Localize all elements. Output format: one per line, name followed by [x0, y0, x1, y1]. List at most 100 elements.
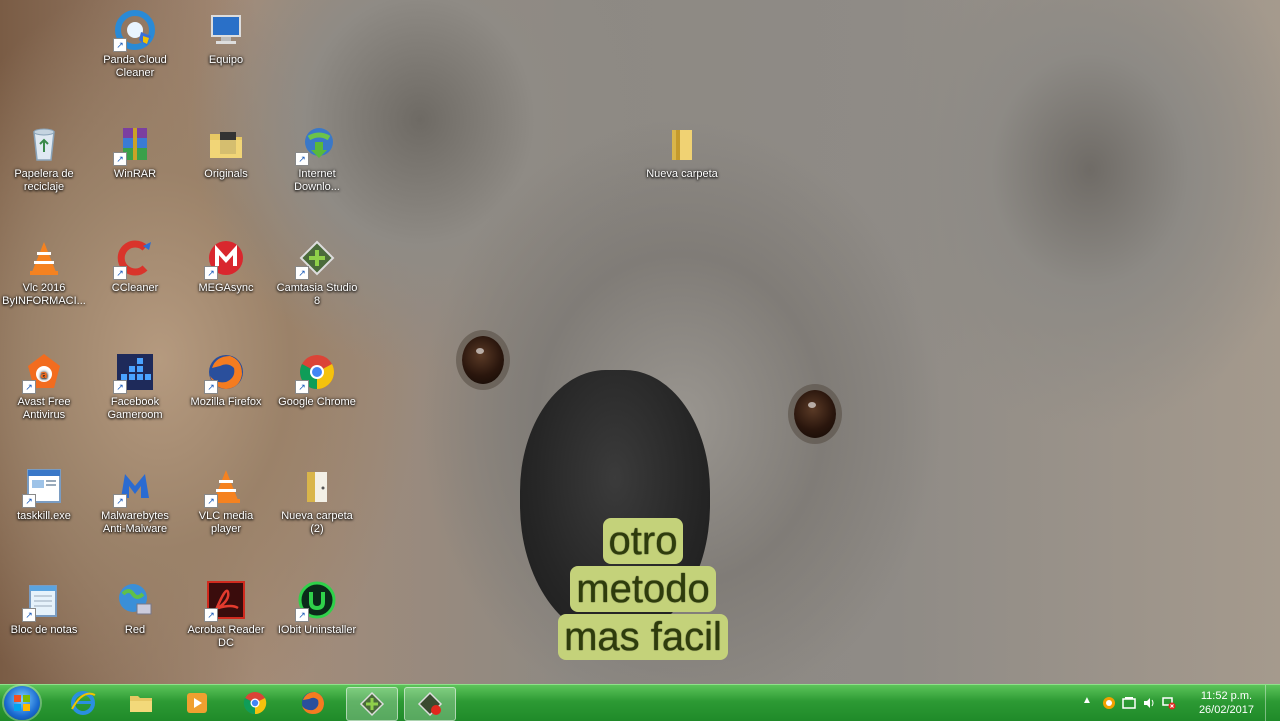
taskbar-media-player[interactable] — [172, 687, 222, 719]
windows-logo-icon — [14, 695, 30, 711]
vlc-icon: ↗ — [204, 464, 248, 508]
desktop-icon-red[interactable]: Red — [91, 574, 179, 637]
icon-label: WinRAR — [113, 168, 157, 180]
malwarebytes-icon: ↗ — [113, 464, 157, 508]
icon-label: Equipo — [208, 54, 244, 66]
clock-date: 26/02/2017 — [1198, 704, 1254, 716]
taskbar: ▲ 11:52 p.m. 26/02/2017 — [0, 684, 1280, 721]
desktop-icon-nueva-carpeta-2[interactable]: Nueva carpeta (2) — [273, 460, 361, 536]
koala-eye-left — [462, 336, 504, 384]
icon-label: Camtasia Studio 8 — [276, 282, 358, 307]
action-center-flag-icon[interactable] — [1122, 696, 1136, 710]
winrar-icon: ↗ — [113, 122, 157, 166]
overlay-line: metodo — [570, 566, 716, 612]
recycle-bin-icon — [22, 122, 66, 166]
desktop-wallpaper: ↗ Panda Cloud Cleaner Equipo Papelera de… — [0, 0, 1280, 684]
folder-icon — [130, 696, 152, 712]
show-hidden-icons-icon[interactable]: ▲ — [1082, 695, 1096, 709]
desktop-icon-malwarebytes[interactable]: ↗ Malwarebytes Anti-Malware — [91, 460, 179, 536]
icon-label: CCleaner — [111, 282, 159, 294]
taskbar-chrome[interactable] — [230, 687, 280, 719]
vlc-icon — [22, 236, 66, 280]
internet-download-manager-icon: ↗ — [295, 122, 339, 166]
icon-label: Facebook Gameroom — [107, 396, 163, 421]
icon-label: Google Chrome — [278, 396, 356, 408]
icon-label: MEGAsync — [198, 282, 254, 294]
chrome-icon — [243, 692, 267, 715]
desktop-icon-internet-download-manager[interactable]: ↗ Internet Downlo... — [273, 118, 361, 194]
desktop-icon-equipo[interactable]: Equipo — [182, 4, 270, 67]
volume-icon[interactable] — [1142, 696, 1156, 710]
network-disconnected-icon[interactable] — [1162, 696, 1176, 710]
folder-icon — [660, 122, 704, 166]
acrobat-icon: ↗ — [204, 578, 248, 622]
firefox-icon: ↗ — [204, 350, 248, 394]
desktop-icon-panda-cloud-cleaner[interactable]: ↗ Panda Cloud Cleaner — [91, 4, 179, 80]
icon-label: Malwarebytes Anti-Malware — [101, 510, 169, 535]
internet-explorer-icon — [71, 691, 96, 715]
desktop-icon-vlc-2016[interactable]: Vlc 2016 ByINFORMACI... — [0, 232, 88, 308]
desktop-icon-ccleaner[interactable]: ↗ CCleaner — [91, 232, 179, 295]
taskbar-firefox[interactable] — [288, 687, 338, 719]
camtasia-icon: ↗ — [295, 236, 339, 280]
icon-label: Papelera de reciclaje — [14, 168, 74, 193]
desktop-icon-bloc-de-notas[interactable]: ↗ Bloc de notas — [0, 574, 88, 637]
desktop-icon-megasync[interactable]: ↗ MEGAsync — [182, 232, 270, 295]
overlay-caption: otro metodo mas facil — [548, 517, 738, 661]
taskbar-camtasia[interactable] — [346, 687, 398, 721]
taskbar-internet-explorer[interactable] — [58, 687, 108, 719]
desktop-icon-taskkill[interactable]: ↗ taskkill.exe — [0, 460, 88, 523]
taskbar-camtasia-recorder[interactable] — [404, 687, 456, 721]
clock-time: 11:52 p.m. — [1200, 690, 1253, 702]
desktop-icon-nueva-carpeta[interactable]: Nueva carpeta — [638, 118, 726, 181]
firefox-icon — [302, 692, 324, 714]
icon-label: Originals — [204, 168, 248, 180]
desktop-icon-mozilla-firefox[interactable]: ↗ Mozilla Firefox — [182, 346, 270, 409]
overlay-line: otro — [602, 518, 684, 564]
ccleaner-icon: ↗ — [113, 236, 157, 280]
desktop-icon-camtasia-studio[interactable]: ↗ Camtasia Studio 8 — [273, 232, 361, 308]
computer-icon — [204, 8, 248, 52]
desktop-icon-avast[interactable]: a ↗ Avast Free Antivirus — [0, 346, 88, 422]
koala-eye-right — [794, 390, 836, 438]
overlay-line: mas facil — [558, 614, 728, 660]
show-desktop-button[interactable] — [1265, 685, 1280, 721]
desktop-icon-iobit-uninstaller[interactable]: ↗ IObit Uninstaller — [273, 574, 361, 637]
svg-text:a: a — [40, 368, 47, 381]
icon-label: Nueva carpeta — [646, 168, 718, 180]
iobit-uninstaller-icon: ↗ — [295, 578, 339, 622]
update-notification-icon[interactable] — [1102, 696, 1116, 710]
chrome-icon: ↗ — [295, 350, 339, 394]
camtasia-icon — [359, 691, 385, 717]
taskbar-file-explorer[interactable] — [116, 687, 166, 719]
icon-label: Panda Cloud Cleaner — [103, 54, 167, 79]
desktop-icon-google-chrome[interactable]: ↗ Google Chrome — [273, 346, 361, 409]
icon-label: VLC media player — [198, 510, 254, 535]
media-player-icon — [187, 693, 207, 713]
icon-label: Avast Free Antivirus — [17, 396, 71, 421]
icon-label: Nueva carpeta (2) — [281, 510, 353, 535]
icon-label: Acrobat Reader DC — [187, 624, 265, 649]
desktop-icon-winrar[interactable]: ↗ WinRAR — [91, 118, 179, 181]
network-icon — [113, 578, 157, 622]
desktop-icon-vlc-media-player[interactable]: ↗ VLC media player — [182, 460, 270, 536]
icon-label: taskkill.exe — [17, 510, 71, 522]
icon-label: Red — [124, 624, 146, 636]
icon-label: Mozilla Firefox — [190, 396, 262, 408]
desktop-icon-recycle-bin[interactable]: Papelera de reciclaje — [0, 118, 88, 194]
desktop-icon-originals[interactable]: Originals — [182, 118, 270, 181]
exe-icon: ↗ — [22, 464, 66, 508]
panda-icon: ↗ — [113, 8, 157, 52]
notepad-icon: ↗ — [22, 578, 66, 622]
avast-icon: a ↗ — [22, 350, 66, 394]
icon-label: Internet Downlo... — [294, 168, 340, 193]
start-button[interactable] — [4, 686, 40, 720]
icon-label: Bloc de notas — [10, 624, 78, 636]
folder-icon — [204, 122, 248, 166]
camtasia-recorder-icon — [417, 691, 443, 717]
desktop-icon-facebook-gameroom[interactable]: ↗ Facebook Gameroom — [91, 346, 179, 422]
desktop-icon-acrobat-reader[interactable]: ↗ Acrobat Reader DC — [182, 574, 270, 650]
system-clock[interactable]: 11:52 p.m. 26/02/2017 — [1199, 689, 1254, 717]
facebook-gameroom-icon: ↗ — [113, 350, 157, 394]
mega-icon: ↗ — [204, 236, 248, 280]
